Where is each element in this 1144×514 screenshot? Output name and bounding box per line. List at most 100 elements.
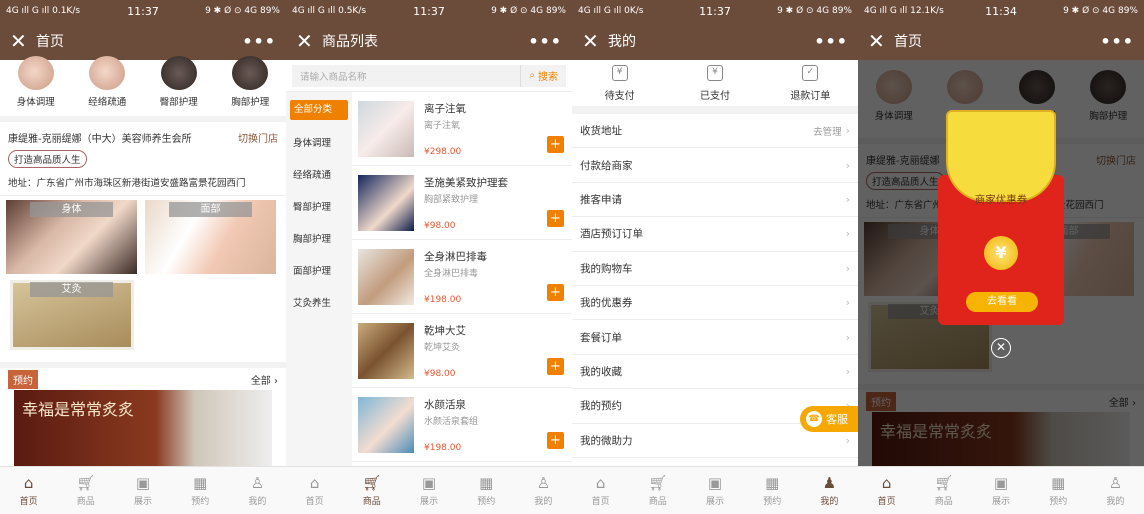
sidebar-item-all[interactable]: 全部分类 <box>290 100 348 120</box>
menu-hotel-orders[interactable]: 酒店预订订单 › <box>572 217 858 252</box>
tab-showcase[interactable]: ▣ 展示 <box>686 467 743 514</box>
category-body[interactable]: 身体调理 <box>0 56 72 116</box>
menu-favorites[interactable]: 我的收藏 › <box>572 355 858 390</box>
close-icon[interactable]: ✕ <box>582 31 608 51</box>
sidebar-item-meridian[interactable]: 经络疏通 <box>286 160 352 192</box>
store-info: 康缇雅-克丽缇娜（中大）美容师养生会所 切换门店 打造高品质人生 地址：广东省广… <box>0 122 286 196</box>
user-icon: ♙ <box>536 473 551 492</box>
sidebar-item-face[interactable]: 面部护理 <box>286 256 352 288</box>
category-hip[interactable]: 臀部护理 <box>143 56 215 116</box>
home-icon: ⌂ <box>881 473 892 492</box>
menu-coupons[interactable]: 我的优惠券 › <box>572 286 858 321</box>
product-price: ¥98.00 <box>424 368 456 379</box>
switch-store-link[interactable]: 切换门店 <box>238 130 278 145</box>
add-to-cart-button[interactable]: + <box>547 210 564 227</box>
product-item[interactable]: 乾坤大艾 乾坤艾灸 ¥98.00 + <box>352 314 572 388</box>
sidebar-item-hip[interactable]: 臀部护理 <box>286 192 352 224</box>
tab-showcase[interactable]: ▣ 展示 <box>400 467 457 514</box>
tab-label: 商品 <box>76 496 95 507</box>
promo-banner[interactable]: 幸福是常常炙炙 <box>14 390 272 472</box>
menu-address[interactable]: 收货地址 去管理 › <box>572 114 858 149</box>
tab-label: 商品 <box>934 496 953 507</box>
tab-bar: ⌂ 首页 🛒︎ 商品 ▣ 展示 ▦ 预约 ♟ 我的 <box>572 466 858 514</box>
tab-home[interactable]: ⌂ 首页 <box>572 467 629 514</box>
yen-icon: ¥ <box>706 64 723 81</box>
order-pending-payment[interactable]: ¥ 待支付 <box>572 60 667 106</box>
user-icon: ♙ <box>1108 473 1123 492</box>
product-item[interactable]: 全身淋巴排毒 全身淋巴排毒 ¥198.00 + <box>352 240 572 314</box>
category-chest[interactable]: 胸部护理 <box>215 56 287 116</box>
tab-me[interactable]: ♟ 我的 <box>801 467 858 514</box>
store-address[interactable]: 地址：广东省广州市海珠区新港街道安盛路富景花园西门 <box>8 175 278 189</box>
nav-bar: ✕ 首页 ••• <box>858 22 1144 60</box>
close-popup-icon[interactable]: ✕ <box>991 338 1011 358</box>
status-bar: 4G ıll G ıll 0K/s 11:37 9 ✱ Ø ⊙ 4G 89% <box>572 0 858 22</box>
tab-home[interactable]: ⌂ 首页 <box>0 467 57 514</box>
tile-body[interactable]: 身体 <box>6 200 137 274</box>
product-list-screen: 4G ıll G ıll 0.5K/s 11:37 9 ✱ Ø ⊙ 4G 89%… <box>286 0 572 514</box>
product-image <box>358 174 414 231</box>
tile-face[interactable]: 面部 <box>145 200 276 274</box>
more-icon[interactable]: ••• <box>1100 32 1134 51</box>
tab-label: 预约 <box>1049 496 1068 507</box>
menu-promoter-apply[interactable]: 推客申请 › <box>572 183 858 218</box>
close-icon[interactable]: ✕ <box>10 31 36 51</box>
yen-coin-icon: ¥ <box>984 236 1018 270</box>
tab-showcase[interactable]: ▣ 展示 <box>972 467 1029 514</box>
tab-label: 我的 <box>820 496 839 507</box>
close-icon[interactable]: ✕ <box>296 31 322 51</box>
tab-me[interactable]: ♙ 我的 <box>229 467 286 514</box>
chevron-right-icon: › <box>845 261 850 275</box>
add-to-cart-button[interactable]: + <box>547 284 564 301</box>
search-button[interactable]: ⌕ 搜索 <box>520 64 566 87</box>
product-subtitle: 乾坤艾灸 <box>424 342 461 353</box>
add-to-cart-button[interactable]: + <box>547 136 564 153</box>
image-icon: ▣ <box>707 473 723 492</box>
view-coupon-button[interactable]: 去看看 <box>966 292 1038 312</box>
sidebar-item-moxa[interactable]: 艾灸养生 <box>286 288 352 320</box>
product-item[interactable]: 水颜活泉 水颜活泉套组 ¥198.00 + <box>352 388 572 462</box>
tab-products[interactable]: 🛒︎ 商品 <box>915 467 972 514</box>
order-shortcuts: ¥ 待支付 ¥ 已支付 ✓ 退款订单 <box>572 60 858 114</box>
tab-booking[interactable]: ▦ 预约 <box>744 467 801 514</box>
page-title: 商品列表 <box>322 34 378 50</box>
more-icon[interactable]: ••• <box>242 32 276 51</box>
tab-home[interactable]: ⌂ 首页 <box>858 467 915 514</box>
add-to-cart-button[interactable]: + <box>547 358 564 375</box>
tab-products[interactable]: 🛒︎ 商品 <box>57 467 114 514</box>
store-tagline: 打造高品质人生 <box>8 150 87 168</box>
tab-label: 我的 <box>534 496 553 507</box>
nav-bar: ✕ 首页 ••• <box>0 22 286 60</box>
category-meridian[interactable]: 经络疏通 <box>72 56 144 116</box>
product-subtitle: 水颜活泉套组 <box>424 416 479 427</box>
menu-package-orders[interactable]: 套餐订单 › <box>572 320 858 355</box>
sidebar-item-chest[interactable]: 胸部护理 <box>286 224 352 256</box>
tab-booking[interactable]: ▦ 预约 <box>172 467 229 514</box>
status-signal: 4G ıll G ıll 12.1K/s <box>864 6 944 16</box>
search-input[interactable]: 请输入商品名称 <box>292 64 521 87</box>
tab-products[interactable]: 🛒︎ 商品 <box>343 467 400 514</box>
customer-service-button[interactable]: ☎ 客服 <box>800 406 858 432</box>
view-all-link[interactable]: 全部 › <box>251 372 278 387</box>
tab-booking[interactable]: ▦ 预约 <box>1030 467 1087 514</box>
order-refund[interactable]: ✓ 退款订单 <box>763 60 858 106</box>
close-icon[interactable]: ✕ <box>868 31 894 51</box>
sidebar-item-body[interactable]: 身体调理 <box>286 128 352 160</box>
tab-products[interactable]: 🛒︎ 商品 <box>629 467 686 514</box>
tab-me[interactable]: ♙ 我的 <box>1087 467 1144 514</box>
tab-bar: ⌂ 首页 🛒︎ 商品 ▣ 展示 ▦ 预约 ♙ 我的 <box>858 466 1144 514</box>
product-item[interactable]: 圣施美紧致护理套 胸部紧致护理 ¥98.00 + <box>352 166 572 240</box>
tab-me[interactable]: ♙ 我的 <box>515 467 572 514</box>
tab-booking[interactable]: ▦ 预约 <box>458 467 515 514</box>
menu-pay-merchant[interactable]: 付款给商家 › <box>572 148 858 183</box>
more-icon[interactable]: ••• <box>528 32 562 51</box>
tab-label: 首页 <box>19 496 38 507</box>
menu-cart[interactable]: 我的购物车 › <box>572 252 858 286</box>
product-item[interactable]: 离子注氧 离子注氧 ¥298.00 + <box>352 92 572 166</box>
tab-home[interactable]: ⌂ 首页 <box>286 467 343 514</box>
more-icon[interactable]: ••• <box>814 32 848 51</box>
order-paid[interactable]: ¥ 已支付 <box>667 60 762 106</box>
add-to-cart-button[interactable]: + <box>547 432 564 449</box>
tab-showcase[interactable]: ▣ 展示 <box>114 467 171 514</box>
tile-moxa[interactable]: 艾灸 <box>6 280 137 354</box>
